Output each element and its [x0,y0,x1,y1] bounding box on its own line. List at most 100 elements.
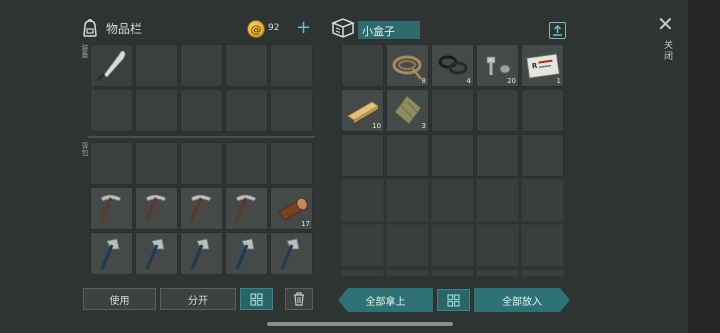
locked-slot [521,179,564,222]
close-icon[interactable]: ✕ [657,14,674,34]
backpack-slot[interactable] [270,232,313,275]
backpack-icon [83,18,97,37]
pickaxe-icon [189,194,212,223]
hatchet-icon [280,238,300,270]
backpack-section-label: 背包 [81,142,89,156]
put-all-button[interactable]: 全部放入 [474,288,570,312]
item-count: 10 [372,122,381,130]
split-button[interactable]: 分开 [160,288,236,310]
trash-button[interactable] [285,288,313,310]
equip-slot[interactable] [270,44,313,87]
coin-count: 92 [268,23,280,33]
backpack-slot[interactable] [270,142,313,185]
container-sort-button[interactable] [437,289,470,311]
rubber-ring-icon [438,55,468,75]
hatchet-icon [190,238,210,270]
backpack-slot[interactable] [180,187,223,230]
use-button[interactable]: 使用 [83,288,156,310]
equip-slot[interactable] [225,89,268,132]
container-slot[interactable] [431,89,474,132]
backpack-slot[interactable] [135,142,178,185]
backpack-slot[interactable] [225,142,268,185]
sort-grid-button[interactable] [240,288,273,310]
backpack-slot[interactable] [180,232,223,275]
locked-slot [476,269,519,277]
locked-slot [386,179,429,222]
grid-icon [250,292,263,306]
locked-slot [521,269,564,277]
container-slot[interactable] [521,89,564,132]
locked-slot [341,224,384,267]
upload-icon[interactable] [549,22,566,39]
backpack-slot[interactable] [135,187,178,230]
container-slot[interactable]: 3 [386,89,429,132]
equip-slot[interactable] [180,89,223,132]
hatchet-icon [100,238,120,270]
pickaxe-icon [144,194,167,223]
container-slot[interactable]: 4 [431,44,474,87]
backpack-slot[interactable] [90,187,133,230]
container-slot[interactable]: 8 [386,44,429,87]
backpack-slot[interactable] [90,142,133,185]
container-slot[interactable] [521,134,564,177]
container-slot[interactable] [476,134,519,177]
equip-slot[interactable] [90,89,133,132]
container-slot[interactable] [341,44,384,87]
coin-icon: @ [247,20,265,38]
id-card-icon: R [526,53,560,79]
container-slot[interactable]: R 1 [521,44,564,87]
container-slot[interactable] [476,89,519,132]
equip-slot[interactable] [225,44,268,87]
container-slot[interactable] [431,134,474,177]
inventory-screen: 物品栏 @ 92 + 小盒子 ✕ 关闭 装备 背包 17 8 4 20 R 1 … [0,0,720,333]
container-slot[interactable]: 20 [476,44,519,87]
locked-slot [341,179,384,222]
item-count: 1 [556,77,561,85]
locked-slot [476,179,519,222]
section-divider [88,136,315,138]
item-count: 17 [301,220,310,228]
right-edge-panel [688,0,720,333]
hatchet-icon [145,238,165,270]
hatchet-icon [235,238,255,270]
backpack-slot[interactable] [225,232,268,275]
container-name: 小盒子 [358,21,420,39]
backpack-slot[interactable]: 17 [270,187,313,230]
equip-slot[interactable] [135,89,178,132]
backpack-slot[interactable] [90,232,133,275]
item-count: 3 [421,122,426,130]
locked-slot [431,224,474,267]
equip-slot[interactable] [180,44,223,87]
inventory-header: 物品栏 [80,18,142,38]
container-slot[interactable]: 10 [341,89,384,132]
item-count: 8 [421,77,426,85]
container-slot[interactable] [341,134,384,177]
container-slot[interactable] [386,134,429,177]
item-count: 4 [466,77,471,85]
equip-slot-weapon[interactable] [90,44,133,87]
item-count: 20 [507,77,516,85]
locked-slot [476,224,519,267]
rope-icon [392,55,422,80]
take-all-button[interactable]: 全部拿上 [338,288,433,312]
close-label[interactable]: 关闭 [661,40,674,62]
locked-slot [386,224,429,267]
add-coins-button[interactable]: + [296,19,311,37]
grid-icon [447,293,460,307]
locked-slot [431,179,474,222]
pickaxe-icon [234,194,257,223]
backpack-slot[interactable] [180,142,223,185]
equip-slot[interactable] [135,44,178,87]
machete-icon [97,50,126,81]
cloth-icon [394,95,422,125]
equip-section-label: 装备 [81,44,89,58]
backpack-slot[interactable] [225,187,268,230]
inventory-title: 物品栏 [106,21,143,36]
locked-slot [386,269,429,277]
locked-slot [521,224,564,267]
box-icon [330,18,356,38]
equip-slot[interactable] [270,89,313,132]
trash-icon [294,292,304,306]
home-indicator[interactable] [267,322,453,326]
backpack-slot[interactable] [135,232,178,275]
